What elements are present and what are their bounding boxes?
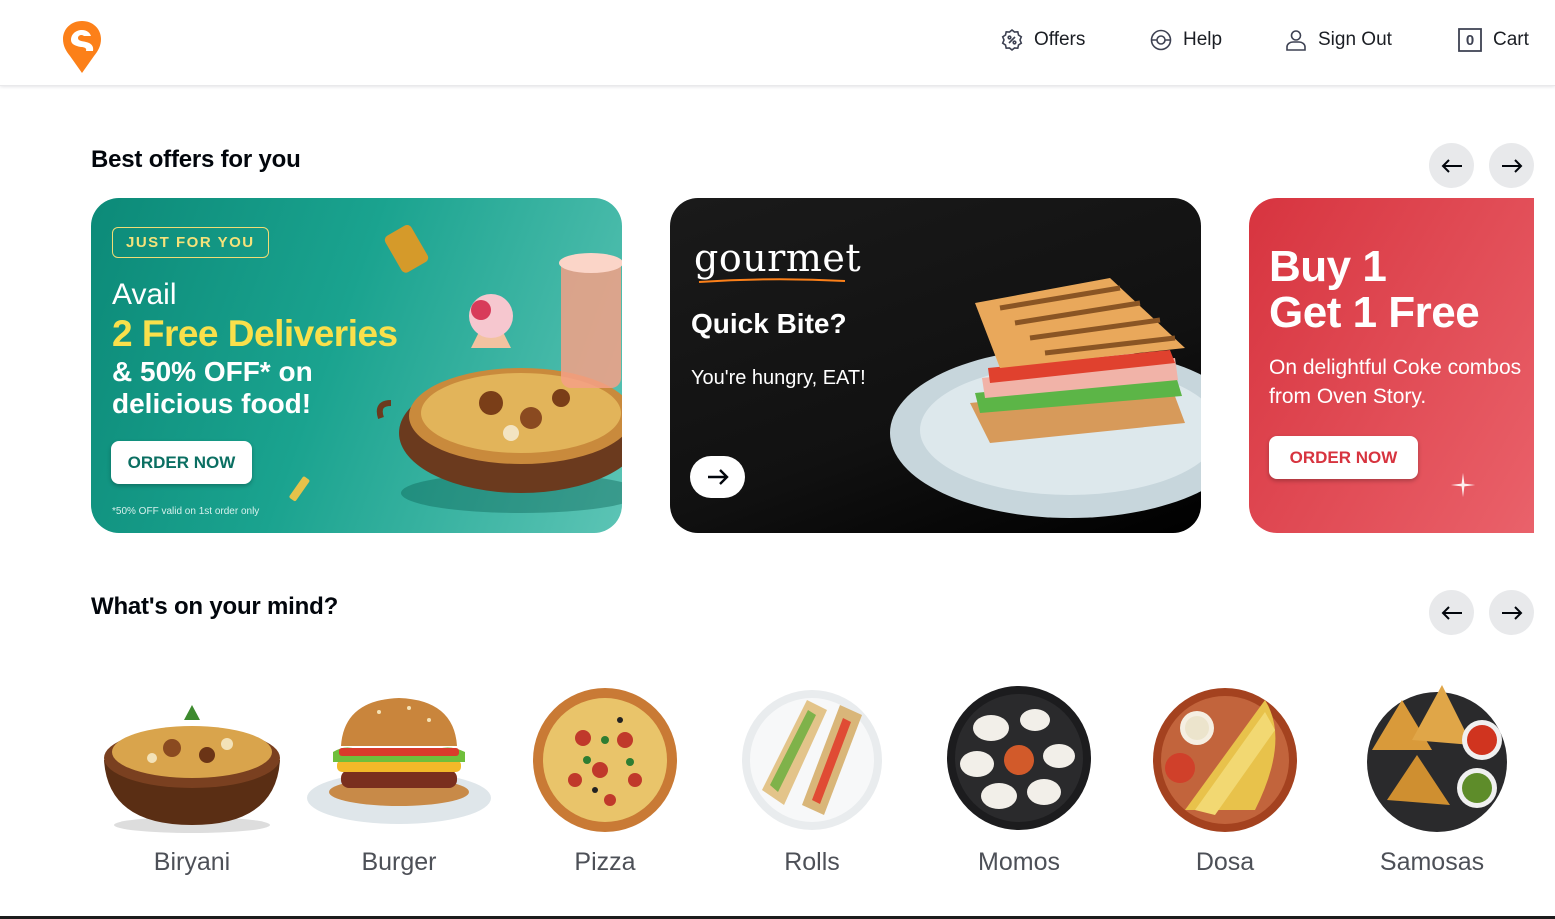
dosa-image (1153, 688, 1297, 832)
arrow-right-icon (707, 469, 729, 485)
food-label: Rolls (784, 848, 840, 876)
user-icon (1286, 30, 1306, 51)
order-now-button[interactable]: ORDER NOW (111, 441, 252, 484)
food-item-biryani[interactable]: Biryani (92, 680, 292, 890)
food-item-rolls[interactable]: Rolls (712, 680, 912, 890)
food-label: Burger (361, 848, 437, 876)
mind-section-title: What's on your mind? (91, 593, 339, 620)
quick-bite-title: Quick Bite? (691, 308, 847, 339)
nav-sign-out[interactable]: Sign Out (1284, 24, 1392, 56)
offers-carousel: JUST FOR YOU Avail 2 Free Deliveries & 5… (91, 198, 1534, 534)
offer-card-bogo[interactable]: Buy 1 Get 1 Free On delightful Coke comb… (1249, 198, 1534, 533)
offers-next-button[interactable] (1489, 143, 1534, 188)
gourmet-brand: gourmet (694, 236, 862, 280)
momos-image (947, 686, 1091, 830)
order-now-button[interactable]: ORDER NOW (1269, 436, 1418, 479)
nav-help[interactable]: Help (1149, 24, 1222, 56)
swiggy-logo[interactable] (62, 20, 102, 74)
sparkle-icon (1450, 472, 1476, 498)
bogo-title: Buy 1 Get 1 Free (1269, 242, 1480, 337)
food-item-pizza[interactable]: Pizza (505, 680, 705, 890)
burger-image (307, 698, 491, 824)
offer-footnote: *50% OFF valid on 1st order only (112, 506, 260, 517)
food-label: Momos (978, 848, 1060, 876)
nav-cart-label: Cart (1493, 29, 1529, 50)
food-item-dosa[interactable]: Dosa (1125, 680, 1325, 890)
samosas-image (1367, 685, 1507, 832)
food-item-momos[interactable]: Momos (919, 680, 1119, 890)
help-icon (1150, 29, 1172, 51)
offer-card-gourmet[interactable]: gourmet Quick Bite? You're hungry, EAT! (670, 198, 1201, 533)
pizza-image (533, 688, 677, 832)
nav-cart[interactable]: 0 Cart (1457, 24, 1529, 56)
nav-offers[interactable]: Offers (1000, 24, 1085, 56)
bogo-title-line1: Buy 1 (1269, 242, 1387, 291)
nav-offers-label: Offers (1034, 29, 1086, 50)
arrow-right-icon (1501, 158, 1522, 173)
cart-count: 0 (1465, 31, 1475, 49)
quick-bite-subtitle: You're hungry, EAT! (691, 367, 866, 389)
bogo-title-line2: Get 1 Free (1269, 288, 1480, 337)
food-item-burger[interactable]: Burger (299, 680, 499, 890)
gourmet-arrow-button[interactable] (690, 456, 745, 498)
arrow-left-icon (1441, 158, 1462, 173)
arrow-left-icon (1441, 605, 1462, 620)
nav-sign-out-label: Sign Out (1318, 29, 1392, 50)
arrow-right-icon (1501, 605, 1522, 620)
food-label: Biryani (153, 848, 231, 876)
biryani-image (104, 705, 280, 833)
cart-icon: 0 (1457, 27, 1483, 53)
food-item-samosas[interactable]: Samosas (1332, 680, 1532, 890)
nav-help-label: Help (1183, 29, 1223, 50)
just-for-you-tag: JUST FOR YOU (112, 227, 269, 258)
top-header: Offers Help Sign Out 0 Cart (0, 0, 1555, 86)
mind-next-button[interactable] (1489, 590, 1534, 635)
offer-subheadline: & 50% OFF* on delicious food! (112, 356, 313, 419)
rolls-image (742, 690, 882, 830)
food-label: Samosas (1379, 848, 1485, 876)
offer-headline: 2 Free Deliveries (112, 313, 398, 354)
offers-prev-button[interactable] (1429, 143, 1474, 188)
mind-prev-button[interactable] (1429, 590, 1474, 635)
bogo-subtitle: On delightful Coke combos from Oven Stor… (1269, 356, 1522, 408)
offer-avail-text: Avail (112, 278, 177, 311)
brand-underline (698, 278, 846, 283)
food-label: Dosa (1195, 848, 1255, 876)
food-label: Pizza (574, 848, 636, 876)
offers-icon (1001, 28, 1023, 52)
offers-section-title: Best offers for you (91, 146, 301, 173)
offer-card-free-deliveries[interactable]: JUST FOR YOU Avail 2 Free Deliveries & 5… (91, 198, 622, 533)
